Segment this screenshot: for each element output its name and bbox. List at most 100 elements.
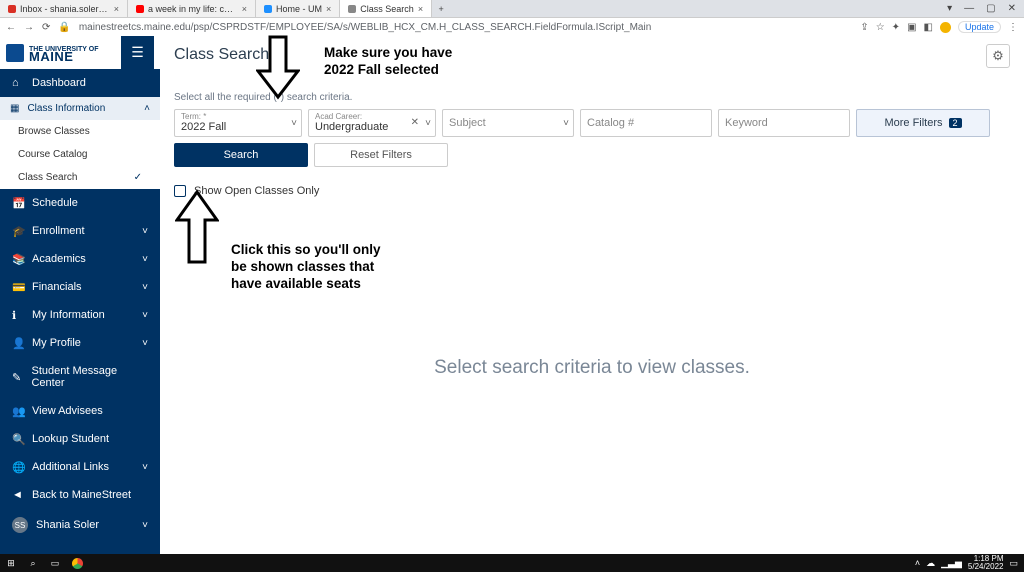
browser-tab[interactable]: Inbox - shania.soler@maine.edu× bbox=[0, 0, 128, 17]
home-icon: ⌂ bbox=[12, 77, 24, 89]
sidebar-item-label: Student Message Center bbox=[31, 365, 148, 389]
sidebar-item-lookup-student[interactable]: 🔍Lookup Student bbox=[0, 425, 160, 453]
chevron-up-icon: ˄ bbox=[144, 103, 150, 114]
chevron-down-icon: ˅ bbox=[142, 462, 148, 473]
term-select[interactable]: Term: * 2022 Fall ˅ bbox=[174, 109, 302, 137]
sidebar-sub-class-search[interactable]: Class Search bbox=[0, 166, 160, 189]
notification-icon[interactable]: ▭ bbox=[1009, 558, 1018, 569]
nav-icon: 📚 bbox=[12, 253, 24, 265]
empty-state-text: Select search criteria to view classes. bbox=[174, 357, 1010, 379]
window-maximize-icon[interactable]: ▢ bbox=[986, 3, 995, 14]
sidebar-item-dashboard[interactable]: ⌂ Dashboard bbox=[0, 69, 160, 97]
chevron-down-icon: ˅ bbox=[291, 118, 297, 129]
cloud-icon[interactable]: ☁ bbox=[926, 558, 935, 569]
nav-icon: ✎ bbox=[12, 371, 23, 383]
chevron-down-icon: ˅ bbox=[425, 118, 431, 129]
nav-icon: 👤 bbox=[12, 337, 24, 349]
annotation-top: Make sure you have 2022 Fall selected bbox=[324, 44, 452, 78]
new-tab-button[interactable]: + bbox=[432, 0, 450, 17]
reload-icon[interactable]: ⟳ bbox=[42, 22, 50, 33]
nav-icon: 👥 bbox=[12, 405, 24, 417]
sidebar-item-class-information[interactable]: ▦ Class Information ˄ bbox=[0, 97, 160, 120]
chevron-down-icon: ˅ bbox=[142, 254, 148, 265]
wifi-icon[interactable]: ▁▃▅ bbox=[941, 558, 962, 569]
clock[interactable]: 1:18 PM5/24/2022 bbox=[968, 555, 1004, 571]
nav-icon: 🔍 bbox=[12, 433, 24, 445]
nav-icon: 💳 bbox=[12, 281, 24, 293]
clear-icon[interactable]: ✕ bbox=[411, 117, 419, 128]
sidebar-item-label: My Information bbox=[32, 309, 105, 321]
nav-icon: ◄ bbox=[12, 489, 24, 501]
sidebar-item-student-message-center[interactable]: ✎ Student Message Center bbox=[0, 357, 160, 397]
filter-count-badge: 2 bbox=[949, 118, 962, 128]
search-button[interactable]: Search bbox=[174, 143, 308, 167]
sidebar-item-label: Schedule bbox=[32, 197, 78, 209]
sidebar-item-view-advisees[interactable]: 👥 View Advisees bbox=[0, 397, 160, 425]
sidebar-item-financials[interactable]: 💳 Financials ˅ bbox=[0, 273, 160, 301]
share-icon[interactable]: ⇪ bbox=[860, 22, 868, 33]
menu-icon[interactable]: ⋮ bbox=[1008, 22, 1018, 33]
chrome-taskbar-icon[interactable] bbox=[66, 554, 88, 572]
nav-icon: 🌐 bbox=[12, 461, 24, 473]
window-minimize-icon[interactable]: — bbox=[964, 3, 974, 14]
acad-career-select[interactable]: Acad Career: Undergraduate ✕ ˅ bbox=[308, 109, 436, 137]
close-icon[interactable]: × bbox=[114, 4, 119, 14]
address-bar[interactable]: mainestreetcs.maine.edu/psp/CSPRDSTF/EMP… bbox=[79, 22, 852, 33]
subject-select[interactable]: Subject ˅ bbox=[442, 109, 574, 137]
arrow-up-icon bbox=[175, 190, 219, 266]
sidebar-sub-course-catalog[interactable]: Course Catalog bbox=[0, 143, 160, 166]
window-min-icon[interactable]: ▾ bbox=[947, 3, 952, 14]
close-icon[interactable]: × bbox=[326, 4, 331, 14]
sidebar-item-additional-links[interactable]: 🌐 Additional Links ˅ bbox=[0, 453, 160, 481]
close-icon[interactable]: × bbox=[242, 4, 247, 14]
avatar: SS bbox=[12, 517, 28, 533]
profile-icon[interactable] bbox=[940, 22, 951, 33]
sidebar-sub-browse-classes[interactable]: Browse Classes bbox=[0, 120, 160, 143]
chevron-down-icon: ˅ bbox=[142, 520, 148, 531]
forward-icon[interactable]: → bbox=[24, 22, 34, 33]
sidebar-item-academics[interactable]: 📚 Academics ˅ bbox=[0, 245, 160, 273]
sidebar-item-label: Class Information bbox=[27, 103, 105, 114]
lock-icon: 🔒 bbox=[58, 22, 70, 33]
sidebar-item-label: Back to MaineStreet bbox=[32, 489, 131, 501]
chevron-down-icon: ˅ bbox=[563, 118, 569, 129]
extension2-icon[interactable]: ◧ bbox=[924, 22, 933, 33]
nav-icon: 📅 bbox=[12, 197, 24, 209]
sidebar-item-my-profile[interactable]: 👤My Profile˅ bbox=[0, 329, 160, 357]
sidebar-item-back-to-mainestreet[interactable]: ◄ Back to MaineStreet bbox=[0, 481, 160, 509]
puzzle-icon[interactable]: ✦ bbox=[892, 22, 900, 33]
tray-up-icon[interactable]: ˄ bbox=[915, 558, 920, 568]
arrow-down-icon bbox=[256, 35, 300, 101]
chevron-down-icon: ˅ bbox=[142, 310, 148, 321]
browser-tab[interactable]: a week in my life: college fin…× bbox=[128, 0, 256, 17]
nav-icon: 🎓 bbox=[12, 225, 24, 237]
browser-tab[interactable]: Class Search× bbox=[340, 0, 432, 17]
catalog-input[interactable]: Catalog # bbox=[580, 109, 712, 137]
update-button[interactable]: Update bbox=[958, 21, 1001, 33]
sidebar-item-my-information[interactable]: ℹMy Information˅ bbox=[0, 301, 160, 329]
hamburger-icon[interactable]: ☰ bbox=[121, 36, 154, 69]
taskview-icon[interactable]: ▭ bbox=[44, 554, 66, 572]
back-icon[interactable]: ← bbox=[6, 22, 16, 33]
sidebar-item-label: Additional Links bbox=[32, 461, 109, 473]
search-icon[interactable]: ⌕ bbox=[22, 554, 44, 572]
sidebar-item-schedule[interactable]: 📅 Schedule bbox=[0, 189, 160, 217]
gear-icon[interactable]: ⚙ bbox=[986, 44, 1010, 68]
reset-filters-button[interactable]: Reset Filters bbox=[314, 143, 448, 167]
sidebar-item-user[interactable]: SS Shania Soler ˅ bbox=[0, 509, 160, 541]
start-icon[interactable]: ⊞ bbox=[0, 554, 22, 572]
browser-tab[interactable]: Home - UM× bbox=[256, 0, 340, 17]
chevron-down-icon: ˅ bbox=[142, 282, 148, 293]
brand-logo: THE UNIVERSITY OFMAINE ☰ bbox=[0, 36, 160, 69]
sidebar-item-enrollment[interactable]: 🎓Enrollment˅ bbox=[0, 217, 160, 245]
close-icon[interactable]: × bbox=[418, 4, 423, 14]
star-icon[interactable]: ☆ bbox=[876, 22, 885, 33]
grid-icon: ▦ bbox=[10, 103, 19, 114]
more-filters-button[interactable]: More Filters 2 bbox=[856, 109, 990, 137]
sidebar-item-label: View Advisees bbox=[32, 405, 103, 417]
keyword-input[interactable]: Keyword bbox=[718, 109, 850, 137]
extension-icon[interactable]: ▣ bbox=[907, 22, 916, 33]
sidebar-item-label: Financials bbox=[32, 281, 82, 293]
sidebar-item-label: Academics bbox=[32, 253, 86, 265]
window-close-icon[interactable]: ✕ bbox=[1008, 3, 1016, 14]
